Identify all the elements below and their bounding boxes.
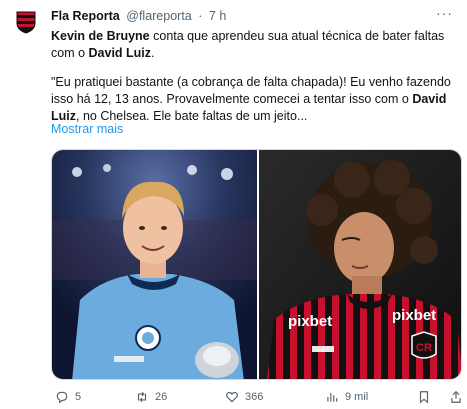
- tweet-media[interactable]: pixbet pixbet CR: [51, 149, 462, 380]
- text-span: .: [151, 46, 155, 60]
- show-more-link[interactable]: Mostrar mais: [51, 122, 123, 136]
- text-span: "Eu pratiquei bastante (a cobrança de fa…: [51, 75, 451, 106]
- sponsor-text-left: pixbet: [288, 313, 332, 330]
- reply-count: 5: [75, 391, 82, 403]
- reply-icon: [56, 391, 68, 404]
- like-count: 366: [245, 391, 264, 403]
- bookmark-icon: [419, 391, 429, 404]
- retweet-button[interactable]: 26: [135, 390, 167, 404]
- tweet-header: Fla Reporta @flareporta · 7 h: [51, 8, 226, 24]
- views-chart-icon: [327, 392, 338, 402]
- photo-kevin-de-bruyne[interactable]: [52, 150, 257, 380]
- media-photos: pixbet pixbet CR: [52, 150, 462, 380]
- photo-david-luiz[interactable]: pixbet pixbet CR: [259, 150, 462, 380]
- more-dots-icon[interactable]: ···: [436, 5, 453, 21]
- reply-button[interactable]: 5: [55, 390, 81, 404]
- like-button[interactable]: 366: [225, 390, 263, 404]
- share-icon: [451, 390, 461, 403]
- author-handle[interactable]: @flareporta: [126, 9, 192, 23]
- sponsor-text-right: pixbet: [392, 307, 436, 324]
- svg-text:CR: CR: [416, 342, 432, 354]
- retweet-icon: [137, 391, 147, 403]
- text-span: , no Chelsea. Ele bate faltas de um jeit…: [76, 109, 308, 123]
- retweet-count: 26: [155, 391, 168, 403]
- tweet[interactable]: Fla Reporta @flareporta · 7 h ··· Kevin …: [0, 0, 467, 409]
- bookmark-button[interactable]: [417, 390, 431, 404]
- tweet-text-paragraph-2: "Eu pratiquei bastante (a cobrança de fa…: [51, 74, 456, 125]
- tweet-time[interactable]: 7 h: [209, 9, 226, 23]
- views-count: 9 mil: [345, 391, 369, 403]
- tweet-text-paragraph-1: Kevin de Bruyne conta que aprendeu sua a…: [51, 28, 456, 62]
- author-name[interactable]: Fla Reporta: [51, 9, 120, 23]
- mention-kevin-de-bruyne: Kevin de Bruyne: [51, 29, 150, 43]
- mention-david-luiz: David Luiz: [88, 46, 152, 60]
- share-button[interactable]: [449, 390, 463, 404]
- separator-dot: ·: [198, 9, 203, 23]
- tweet-actions: 5 26 366 9 mil: [51, 390, 462, 406]
- flamengo-crest-avatar[interactable]: [14, 10, 38, 34]
- heart-icon: [226, 391, 238, 403]
- views-button[interactable]: 9 mil: [325, 390, 368, 404]
